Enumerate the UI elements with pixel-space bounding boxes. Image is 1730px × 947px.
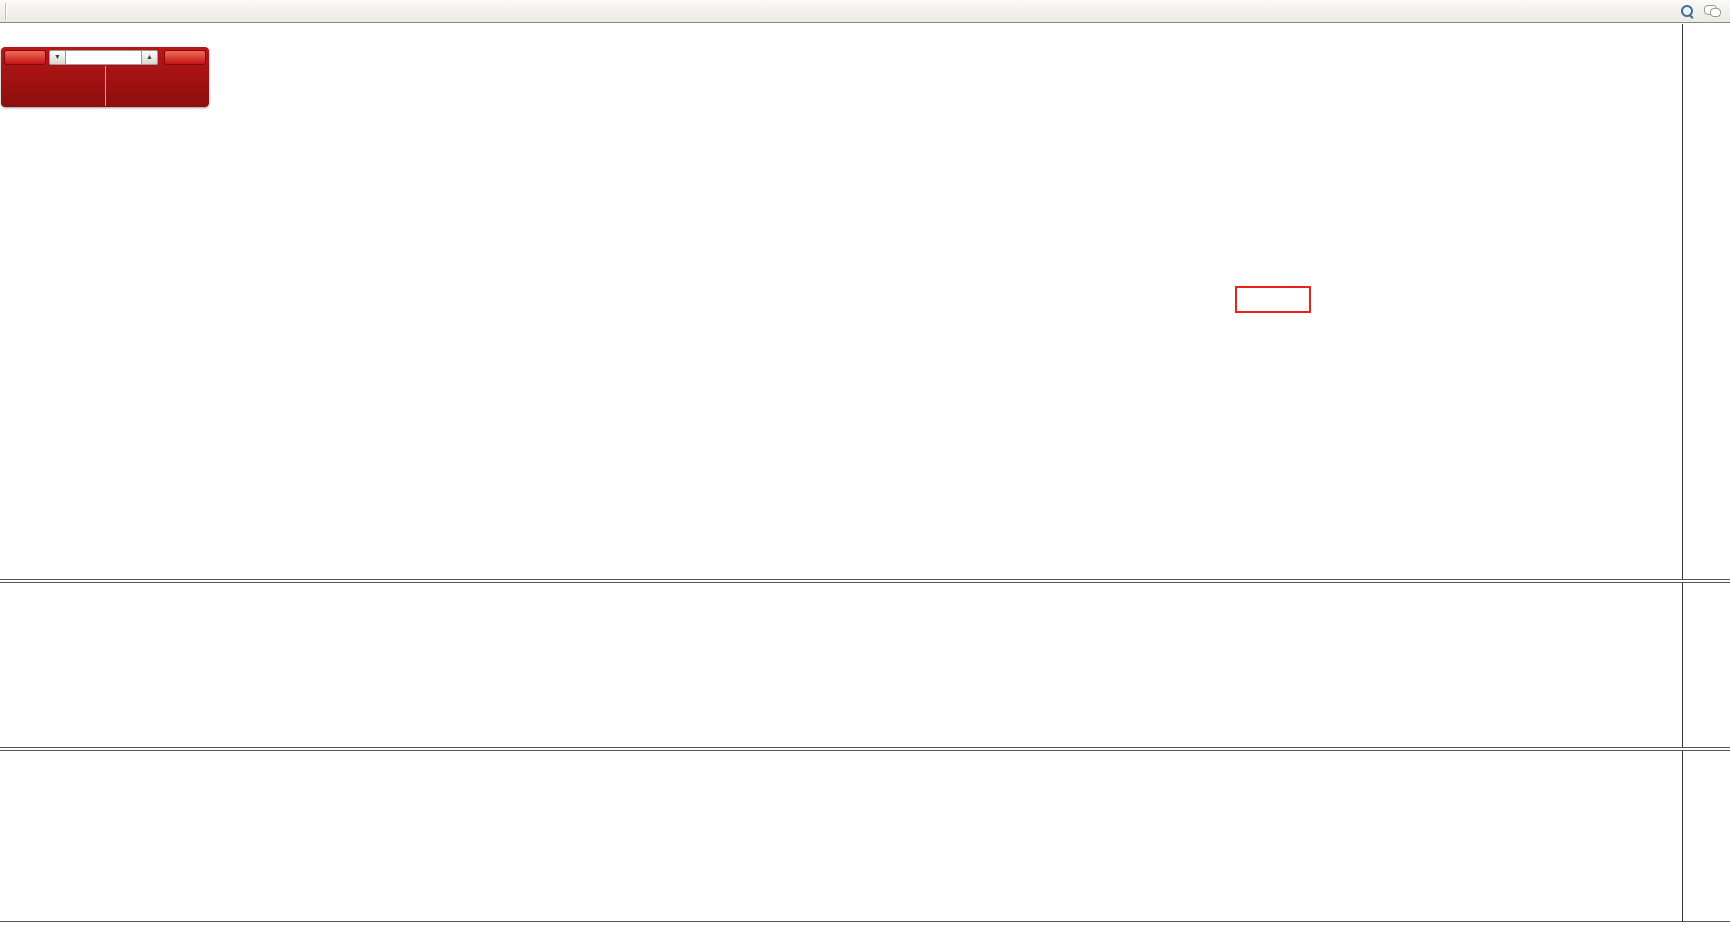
chart-symbol-title xyxy=(4,27,13,39)
toolbar-right xyxy=(1681,4,1728,19)
macd-label xyxy=(6,584,16,596)
date-axis[interactable] xyxy=(0,923,1730,947)
trade-controls-row: ▼ ▲ xyxy=(1,49,209,65)
search-icon[interactable] xyxy=(1681,4,1694,19)
chat-icon[interactable] xyxy=(1704,5,1721,17)
sell-price[interactable] xyxy=(1,66,105,106)
toolbar-separator xyxy=(5,2,7,20)
rsi-panel-separator[interactable] xyxy=(0,747,1730,751)
buy-price[interactable] xyxy=(104,66,210,106)
chart-area[interactable] xyxy=(0,24,1682,922)
bid-ask-display xyxy=(1,66,209,106)
toolbar xyxy=(0,0,1730,23)
one-click-trading-panel: ▼ ▲ xyxy=(1,47,209,107)
price-level-annotation[interactable] xyxy=(1235,286,1311,313)
macd-panel-separator[interactable] xyxy=(0,579,1730,583)
rsi-label xyxy=(6,755,11,767)
sell-button[interactable] xyxy=(4,50,46,65)
volume-decrease-button[interactable]: ▼ xyxy=(49,50,66,65)
price-axis-border xyxy=(1682,24,1683,922)
volume-increase-button[interactable]: ▲ xyxy=(141,50,158,65)
volume-input[interactable] xyxy=(66,50,141,65)
buy-button[interactable] xyxy=(164,50,206,65)
mt4-window: ▼ ▲ xyxy=(0,0,1730,947)
date-axis-separator xyxy=(0,921,1730,922)
